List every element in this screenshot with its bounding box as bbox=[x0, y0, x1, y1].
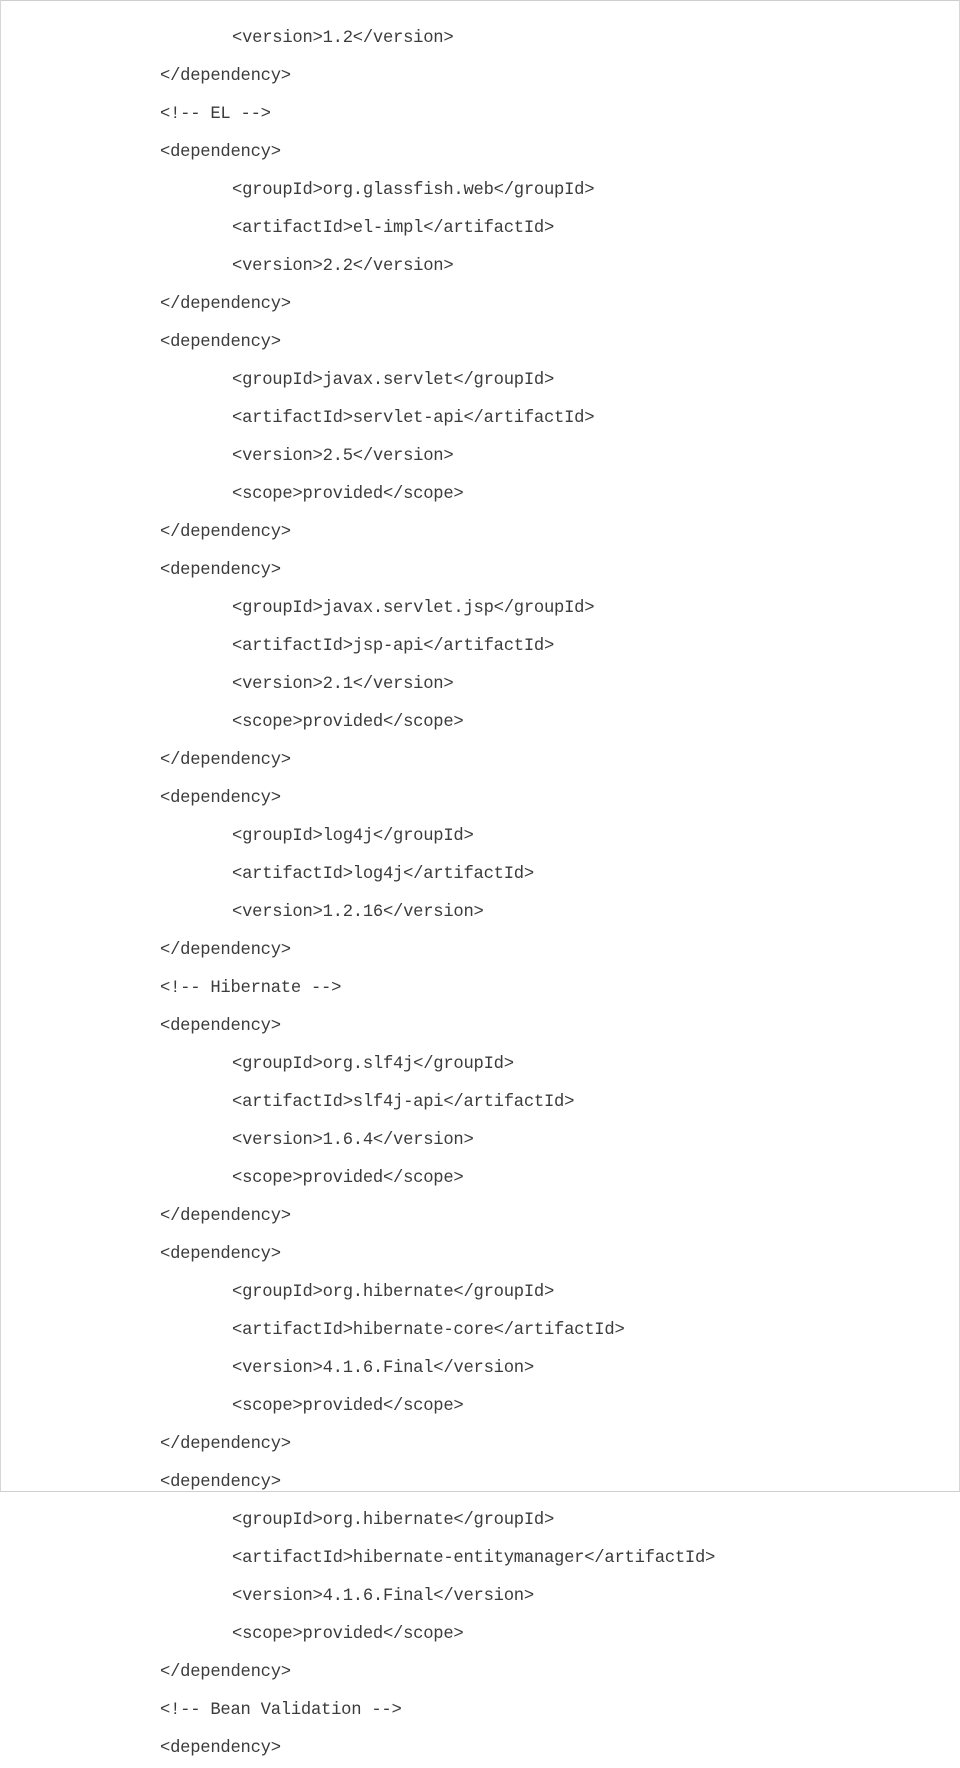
code-line: </dependency> bbox=[160, 941, 291, 960]
document-page: <version>1.2</version> </dependency> <!-- … bbox=[0, 0, 960, 1758]
code-line: <version>1.2</version> bbox=[232, 29, 454, 48]
code-line: <artifactId>el-impl</artifactId> bbox=[232, 219, 555, 238]
code-line: <dependency> bbox=[160, 1473, 281, 1492]
code-line: <artifactId>jsp-api</artifactId> bbox=[232, 637, 555, 656]
code-line: <version>1.6.4</version> bbox=[232, 1131, 474, 1150]
code-line: <version>1.2.16</version> bbox=[232, 903, 484, 922]
code-line: <groupId>org.hibernate</groupId> bbox=[232, 1511, 555, 1530]
code-line: <scope>provided</scope> bbox=[232, 1625, 464, 1644]
code-line: <scope>provided</scope> bbox=[232, 1397, 464, 1416]
code-line: <version>2.2</version> bbox=[232, 257, 454, 276]
code-line: <artifactId>hibernate-entitymanager</art… bbox=[232, 1549, 716, 1568]
code-line: </dependency> bbox=[160, 1207, 291, 1226]
code-line: <groupId>org.hibernate</groupId> bbox=[232, 1283, 555, 1302]
code-line: <scope>provided</scope> bbox=[232, 1169, 464, 1188]
code-line: <dependency> bbox=[160, 789, 281, 808]
code-line: <dependency> bbox=[160, 333, 281, 352]
code-line: </dependency> bbox=[160, 295, 291, 314]
code-line: <groupId>javax.servlet.jsp</groupId> bbox=[232, 599, 595, 618]
code-line: <dependency> bbox=[160, 1017, 281, 1036]
code-line: <dependency> bbox=[160, 1245, 281, 1264]
code-line: <scope>provided</scope> bbox=[232, 713, 464, 732]
code-line: </dependency> bbox=[160, 523, 291, 542]
code-line: <groupId>javax.servlet</groupId> bbox=[232, 371, 555, 390]
code-line: <artifactId>servlet-api</artifactId> bbox=[232, 409, 595, 428]
code-line: <artifactId>log4j</artifactId> bbox=[232, 865, 534, 884]
code-line: <dependency> bbox=[160, 1739, 281, 1758]
code-line: <!-- EL --> bbox=[160, 105, 271, 124]
code-line: <dependency> bbox=[160, 143, 281, 162]
code-line: <version>4.1.6.Final</version> bbox=[232, 1359, 534, 1378]
code-line: <groupId>org.glassfish.web</groupId> bbox=[232, 181, 595, 200]
code-line: <dependency> bbox=[160, 561, 281, 580]
code-line: <groupId>log4j</groupId> bbox=[232, 827, 474, 846]
code-line: </dependency> bbox=[160, 1663, 291, 1682]
code-line: </dependency> bbox=[160, 1435, 291, 1454]
code-line: <!-- Hibernate --> bbox=[160, 979, 342, 998]
code-line: <version>2.1</version> bbox=[232, 675, 454, 694]
code-line: <!-- Bean Validation --> bbox=[160, 1701, 402, 1720]
code-line: <version>4.1.6.Final</version> bbox=[232, 1587, 534, 1606]
code-line: <version>2.5</version> bbox=[232, 447, 454, 466]
code-line: <artifactId>slf4j-api</artifactId> bbox=[232, 1093, 575, 1112]
code-line: </dependency> bbox=[160, 67, 291, 86]
code-line: <artifactId>hibernate-core</artifactId> bbox=[232, 1321, 625, 1340]
code-line: <groupId>org.slf4j</groupId> bbox=[232, 1055, 514, 1074]
xml-code-listing: <version>1.2</version> </dependency> <!-- … bbox=[1, 14, 959, 1768]
code-line: <scope>provided</scope> bbox=[232, 485, 464, 504]
code-line: </dependency> bbox=[160, 751, 291, 770]
